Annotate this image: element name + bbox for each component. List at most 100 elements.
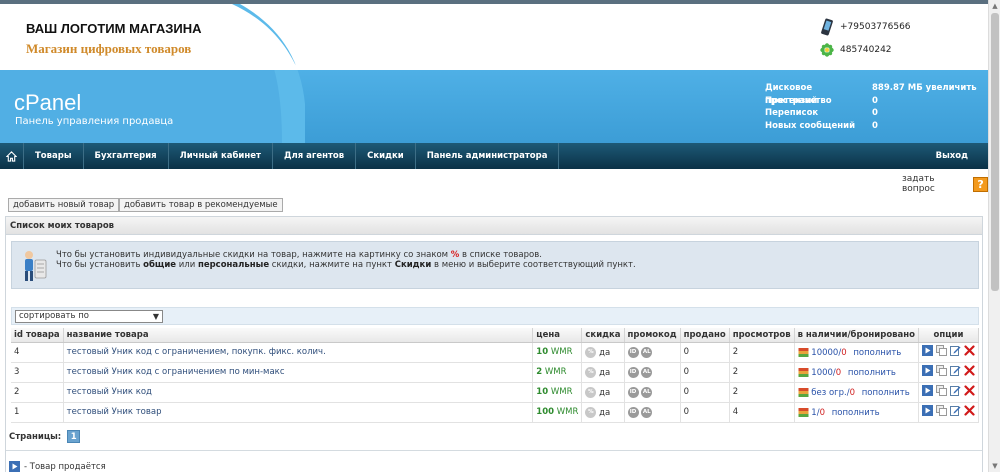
cell-discount[interactable]: % да <box>581 402 625 423</box>
cell-name[interactable]: тестовый Уник товар <box>63 402 534 423</box>
promo-al-icon[interactable]: AL <box>641 346 653 358</box>
cell-discount[interactable]: % да <box>581 342 625 363</box>
promo-id-icon[interactable]: ID <box>627 346 639 358</box>
product-list-title: Список моих товаров <box>6 217 982 235</box>
col-promo: промокод <box>624 328 681 343</box>
scroll-thumb[interactable] <box>991 13 999 291</box>
app-subtitle: Панель управления продавца <box>15 116 174 127</box>
cell-name[interactable]: тестовый Уник код с ограничением, покупк… <box>63 342 534 363</box>
promo-al-icon[interactable]: AL <box>641 366 653 378</box>
disk-increase-link[interactable]: 889.87 МБ увеличить <box>872 82 988 95</box>
cell-name[interactable]: тестовый Уник код <box>63 382 534 403</box>
header: ВАШ ЛОГОТИМ МАГАЗИНА Магазин цифровых то… <box>0 4 988 143</box>
delete-icon[interactable] <box>964 365 975 376</box>
cell-options <box>918 362 979 383</box>
fill-up-link[interactable]: пополнить <box>832 408 880 418</box>
question-icon: ? <box>973 176 988 192</box>
stat-correspondence: Переписок 0 <box>765 108 878 118</box>
phone-icon <box>821 18 833 36</box>
edit-icon[interactable] <box>950 405 961 416</box>
cell-discount[interactable]: % да <box>581 382 625 403</box>
cell-stock: без огр./0 пополнить <box>794 382 920 403</box>
copy-icon[interactable] <box>936 385 947 396</box>
play-icon <box>9 461 20 472</box>
promo-al-icon[interactable]: AL <box>641 386 653 398</box>
cell-id: 3 <box>11 362 64 383</box>
discount-percent-icon[interactable]: % <box>585 386 597 398</box>
sort-select[interactable]: сортировать по ▼ <box>15 310 163 323</box>
discount-percent-icon[interactable]: % <box>585 346 597 358</box>
ask-question-link[interactable]: задать вопрос ? <box>902 174 988 194</box>
edit-icon[interactable] <box>950 345 961 356</box>
add-product-button[interactable]: добавить новый товар <box>8 198 120 212</box>
table-row-1: 1 тестовый Уник товар 100 WMR % да ID AL… <box>11 402 979 423</box>
fill-up-link[interactable]: пополнить <box>862 388 910 398</box>
edit-icon[interactable] <box>950 365 961 376</box>
page: ВАШ ЛОГОТИМ МАГАЗИНА Магазин цифровых то… <box>0 0 988 472</box>
cell-id: 2 <box>11 382 64 403</box>
play-icon[interactable] <box>922 345 933 356</box>
discount-percent-icon[interactable]: % <box>585 366 597 378</box>
nav-discounts[interactable]: Скидки <box>356 143 416 169</box>
cell-price: 10 WMR <box>532 342 583 363</box>
fill-up-link[interactable]: пополнить <box>848 368 896 378</box>
info-line-2: Что бы установить общие или персональные… <box>56 260 636 270</box>
fill-up-link[interactable]: пополнить <box>853 348 901 358</box>
promo-al-icon[interactable]: AL <box>641 406 653 418</box>
promo-id-icon[interactable]: ID <box>627 386 639 398</box>
play-icon[interactable] <box>922 385 933 396</box>
ask-question-label: задать вопрос <box>902 174 935 194</box>
copy-icon[interactable] <box>936 365 947 376</box>
col-views[interactable]: просмотров <box>729 328 795 343</box>
promo-id-icon[interactable]: ID <box>627 366 639 378</box>
nav-admin-panel[interactable]: Панель администратора <box>416 143 560 169</box>
add-recommended-button[interactable]: добавить товар в рекомендуемые <box>119 198 283 212</box>
stat-new-messages: Новых сообщений 0 <box>765 120 878 131</box>
delete-icon[interactable] <box>964 405 975 416</box>
info-figure-icon <box>25 251 47 281</box>
stock-icon <box>798 387 809 397</box>
cell-options <box>918 402 979 423</box>
copy-icon[interactable] <box>936 345 947 356</box>
delete-icon[interactable] <box>964 385 975 396</box>
edit-icon[interactable] <box>950 385 961 396</box>
cell-name[interactable]: тестовый Уник код с ограничением по мин-… <box>63 362 534 383</box>
nav-exit[interactable]: Выход <box>936 151 988 161</box>
vertical-scrollbar[interactable]: ▲ ▼ <box>988 0 1000 472</box>
main-nav: Товары Бухгалтерия Личный кабинет Для аг… <box>0 143 988 169</box>
nav-accounting[interactable]: Бухгалтерия <box>84 143 169 169</box>
pagination: Страницы: 1 <box>9 430 81 443</box>
cell-discount[interactable]: % да <box>581 362 625 383</box>
col-id[interactable]: id товара <box>11 328 64 343</box>
cell-sold: 0 <box>680 382 730 403</box>
cell-promo: ID AL <box>624 402 681 423</box>
table-row-3: 3 тестовый Уник код с ограничением по ми… <box>11 362 979 383</box>
scroll-up-icon[interactable]: ▲ <box>989 0 1000 12</box>
cell-stock: 10000/0 пополнить <box>794 342 920 363</box>
phone-contact: +79503776566 <box>820 18 911 36</box>
cell-sold: 0 <box>680 362 730 383</box>
copy-icon[interactable] <box>936 405 947 416</box>
icq-number: 485740242 <box>840 45 892 55</box>
col-price[interactable]: цена <box>532 328 583 343</box>
logo-subtitle: Магазин цифровых товаров <box>26 41 192 56</box>
account-stats: Дисковое пространство 889.87 МБ увеличить… <box>765 82 988 132</box>
discount-percent-icon[interactable]: % <box>585 406 597 418</box>
nav-for-agents[interactable]: Для агентов <box>273 143 357 169</box>
cell-promo: ID AL <box>624 362 681 383</box>
home-button[interactable] <box>0 143 24 169</box>
delete-icon[interactable] <box>964 345 975 356</box>
cell-views: 2 <box>729 382 795 403</box>
stock-icon <box>798 347 809 357</box>
logo-title[interactable]: ВАШ ЛОГОТИМ МАГАЗИНА <box>26 21 202 36</box>
page-1-button[interactable]: 1 <box>67 430 81 443</box>
scroll-down-icon[interactable]: ▼ <box>989 460 1000 472</box>
play-icon[interactable] <box>922 405 933 416</box>
nav-products[interactable]: Товары <box>24 143 84 169</box>
cell-views: 4 <box>729 402 795 423</box>
play-icon[interactable] <box>922 365 933 376</box>
col-sold[interactable]: продано <box>680 328 730 343</box>
nav-personal-account[interactable]: Личный кабинет <box>169 143 273 169</box>
promo-id-icon[interactable]: ID <box>627 406 639 418</box>
col-name[interactable]: название товара <box>63 328 534 343</box>
